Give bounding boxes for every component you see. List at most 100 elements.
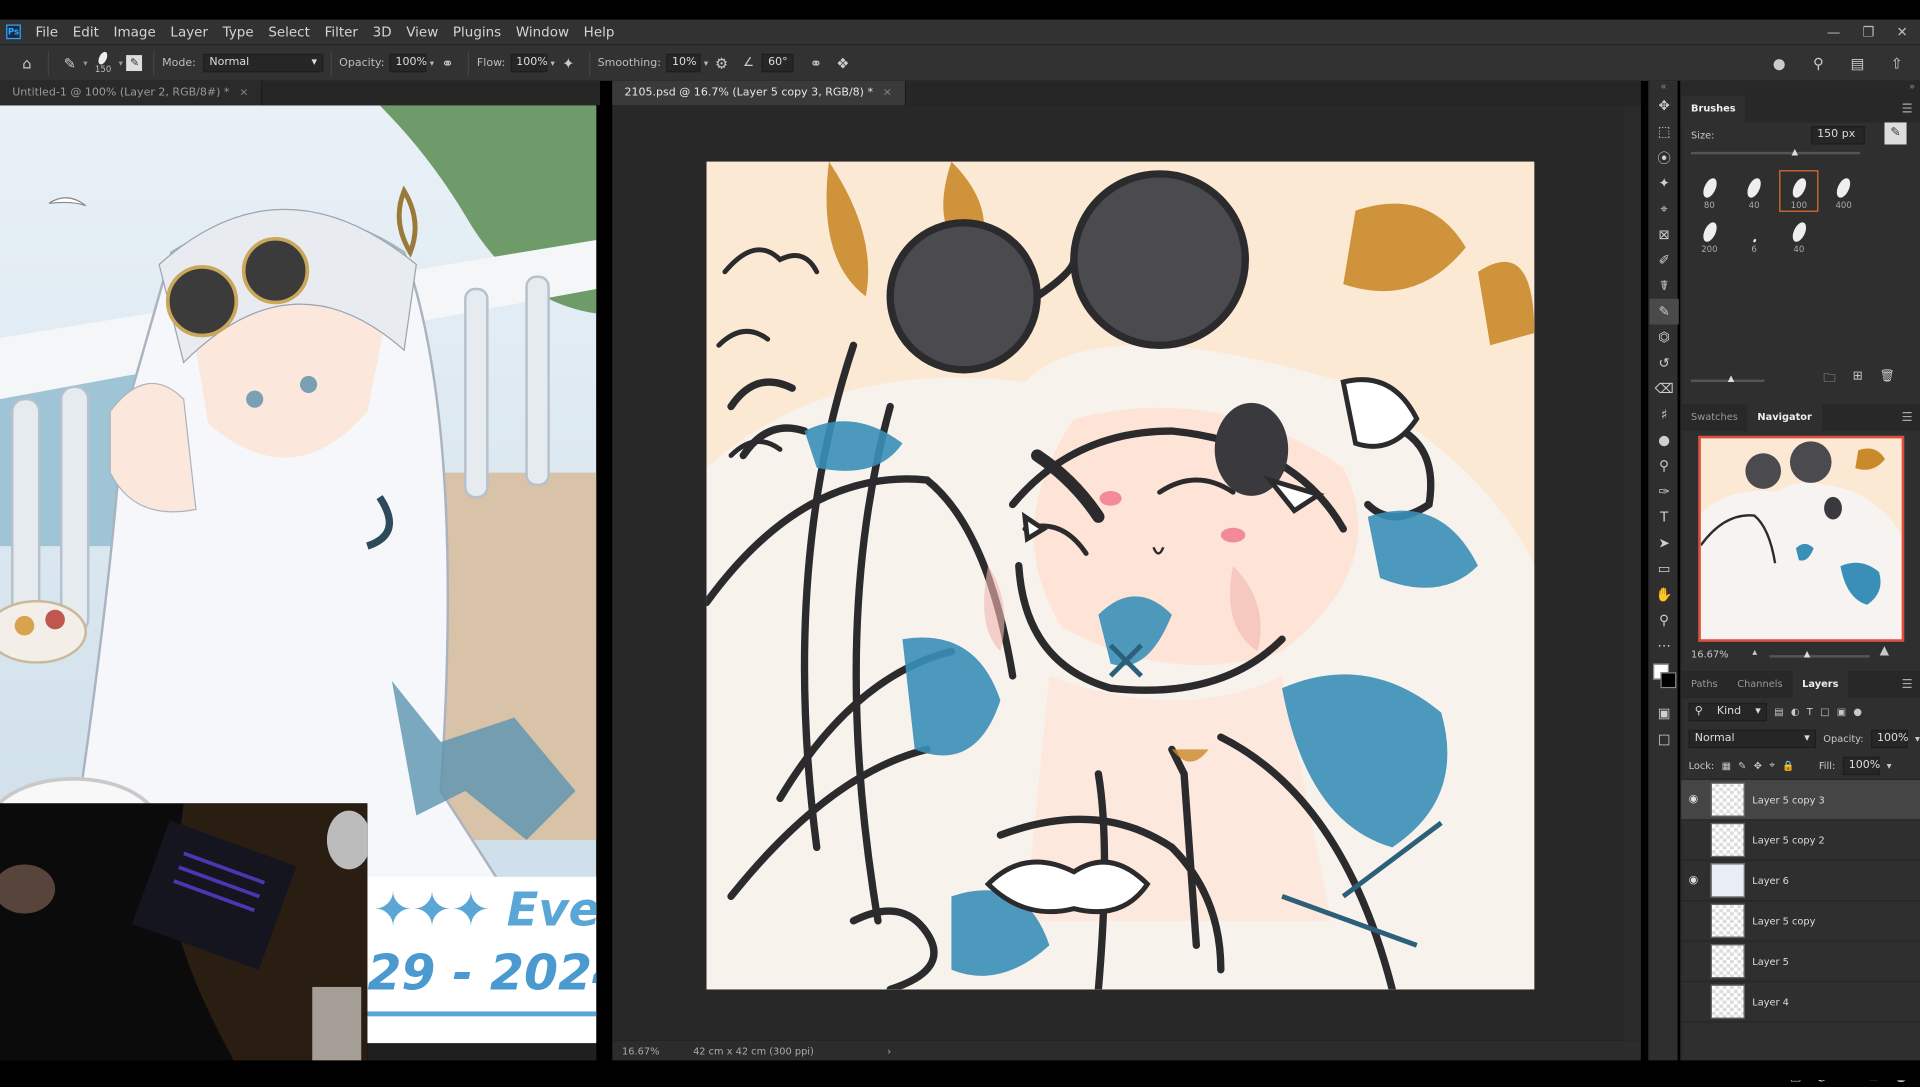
collapse-icon[interactable]: « (1649, 81, 1677, 93)
brush-size-input[interactable]: 150 px (1811, 126, 1865, 145)
chevron-down-icon[interactable]: ▾ (1915, 733, 1920, 744)
dodge-tool-icon[interactable]: ⚲ (1649, 453, 1678, 479)
layer-row[interactable]: Layer 5 copy (1681, 901, 1920, 942)
brush-options-icon[interactable]: ✎ (1884, 122, 1907, 145)
close-icon[interactable]: ✕ (1896, 24, 1907, 40)
chevron-down-icon[interactable]: ▾ (1887, 760, 1892, 771)
mode-select[interactable]: Normal ▾ (203, 53, 324, 73)
layer-row[interactable]: Layer 5 copy 2 (1681, 820, 1920, 861)
collapse-icon[interactable]: » (1681, 80, 1920, 96)
angle-input[interactable]: 60° (762, 53, 794, 73)
filter-toggle-icon[interactable]: ● (1853, 706, 1862, 717)
lock-position-icon[interactable]: ✥ (1754, 760, 1762, 771)
navigator-zoom-slider[interactable] (1769, 655, 1870, 658)
minimize-icon[interactable]: — (1827, 24, 1840, 40)
user-icon[interactable]: ● (1769, 53, 1789, 73)
eraser-tool-icon[interactable]: ⌫ (1649, 376, 1678, 402)
tab-channels[interactable]: Channels (1727, 671, 1792, 698)
brush-tool-icon[interactable]: ✎ (1649, 298, 1679, 325)
menu-image[interactable]: Image (106, 24, 163, 40)
panel-menu-icon[interactable]: ☰ (1902, 411, 1913, 424)
menu-3d[interactable]: 3D (365, 24, 399, 40)
smart-object-filter-icon[interactable]: ▣ (1837, 706, 1846, 717)
home-icon[interactable]: ⌂ (17, 53, 37, 73)
workspace-icon[interactable]: ▤ (1848, 53, 1868, 73)
slider-thumb-icon[interactable]: ▲ (1728, 373, 1735, 383)
flow-input[interactable]: 100% (510, 53, 548, 73)
menu-file[interactable]: File (28, 24, 65, 40)
chevron-down-icon[interactable]: ▾ (704, 58, 708, 68)
layer-row[interactable]: Layer 5 (1681, 942, 1920, 983)
zoom-out-icon[interactable]: ▴ (1752, 647, 1757, 658)
menu-filter[interactable]: Filter (317, 24, 365, 40)
chevron-down-icon[interactable]: ▾ (551, 58, 555, 68)
type-filter-icon[interactable]: T (1807, 706, 1813, 717)
path-selection-tool-icon[interactable]: ➤ (1649, 530, 1678, 556)
brush-preset-picker[interactable]: 150 (95, 50, 111, 75)
close-icon[interactable]: × (883, 87, 892, 99)
status-zoom[interactable]: 16.67% (622, 1045, 683, 1056)
quick-mask-icon[interactable]: ▣ (1649, 700, 1678, 726)
marquee-tool-icon[interactable]: ⬚ (1649, 119, 1678, 145)
slider-thumb-icon[interactable]: ▲ (1791, 147, 1798, 157)
symmetry-icon[interactable]: ❖ (833, 53, 853, 73)
kind-filter-select[interactable]: ⚲ Kind ▾ (1688, 702, 1767, 721)
share-icon[interactable]: ⇧ (1887, 53, 1907, 73)
menu-edit[interactable]: Edit (65, 24, 106, 40)
rectangle-tool-icon[interactable]: ▭ (1649, 556, 1678, 582)
chevron-down-icon[interactable]: ▾ (430, 58, 434, 68)
crop-tool-icon[interactable]: ⌖ (1649, 196, 1678, 222)
lock-transparent-icon[interactable]: ▦ (1722, 760, 1731, 771)
menu-plugins[interactable]: Plugins (446, 24, 509, 40)
tab-swatches[interactable]: Swatches (1681, 404, 1747, 431)
menu-help[interactable]: Help (576, 24, 621, 40)
adjustment-filter-icon[interactable]: ◐ (1791, 706, 1800, 717)
main-document-view[interactable] (612, 105, 1641, 1041)
tab-untitled-1[interactable]: Untitled-1 @ 100% (Layer 2, RGB/8#) * × (0, 80, 262, 106)
type-tool-icon[interactable]: T (1649, 504, 1678, 530)
airbrush-icon[interactable]: ✦ (558, 53, 578, 73)
history-brush-tool-icon[interactable]: ↺ (1649, 350, 1678, 376)
frame-tool-icon[interactable]: ⊠ (1649, 222, 1678, 248)
zoom-tool-icon[interactable]: ⚲ (1649, 607, 1678, 633)
shape-filter-icon[interactable]: □ (1820, 706, 1829, 717)
brush-preset[interactable]: 40 (1735, 170, 1774, 212)
pressure-size-icon[interactable]: ⚭ (806, 53, 826, 73)
screen-mode-icon[interactable]: □ (1649, 726, 1678, 752)
lock-all-icon[interactable]: 🔒 (1782, 760, 1794, 771)
menu-window[interactable]: Window (509, 24, 577, 40)
panel-menu-icon[interactable]: ☰ (1902, 102, 1913, 115)
brush-preset[interactable]: 40 (1779, 214, 1818, 256)
blur-tool-icon[interactable]: ● (1649, 427, 1678, 453)
brush-settings-icon[interactable]: ✎ (126, 55, 143, 72)
tab-brushes[interactable]: Brushes (1681, 95, 1746, 123)
color-swatches[interactable] (1649, 659, 1678, 701)
lock-image-icon[interactable]: ✎ (1738, 760, 1746, 771)
zoom-in-icon[interactable]: ▲ (1880, 644, 1889, 657)
opacity-input[interactable]: 100% (389, 53, 427, 73)
menu-select[interactable]: Select (261, 24, 317, 40)
slider-thumb-icon[interactable]: ▲ (1804, 649, 1811, 659)
pen-tool-icon[interactable]: ✑ (1649, 479, 1678, 505)
chevron-down-icon[interactable]: ▾ (119, 58, 123, 68)
menu-type[interactable]: Type (215, 24, 261, 40)
hand-tool-icon[interactable]: ✋ (1649, 582, 1678, 608)
blend-mode-select[interactable]: Normal ▾ (1688, 729, 1816, 748)
drawing-canvas[interactable] (706, 161, 1535, 990)
search-icon[interactable]: ⚲ (1809, 53, 1829, 73)
gear-icon[interactable]: ⚙ (712, 53, 732, 73)
main-view-scrollbar[interactable] (1623, 105, 1641, 1041)
stamp-tool-icon[interactable]: ⏣ (1649, 324, 1678, 350)
lock-artboard-icon[interactable]: ⌖ (1769, 759, 1775, 771)
smoothing-input[interactable]: 10% (665, 53, 701, 73)
tab-navigator[interactable]: Navigator (1747, 404, 1822, 432)
layer-row[interactable]: Layer 4 (1681, 982, 1920, 1023)
magic-wand-tool-icon[interactable]: ✦ (1649, 170, 1678, 196)
layer-row[interactable]: ◉ Layer 6 (1681, 861, 1920, 902)
chevron-right-icon[interactable]: › (887, 1045, 891, 1056)
move-tool-icon[interactable]: ✥ (1649, 93, 1678, 119)
pressure-opacity-icon[interactable]: ⚭ (438, 53, 458, 73)
chevron-down-icon[interactable]: ▾ (83, 58, 87, 68)
background-color-swatch[interactable] (1660, 672, 1677, 689)
brush-size-slider[interactable] (1691, 151, 1861, 155)
